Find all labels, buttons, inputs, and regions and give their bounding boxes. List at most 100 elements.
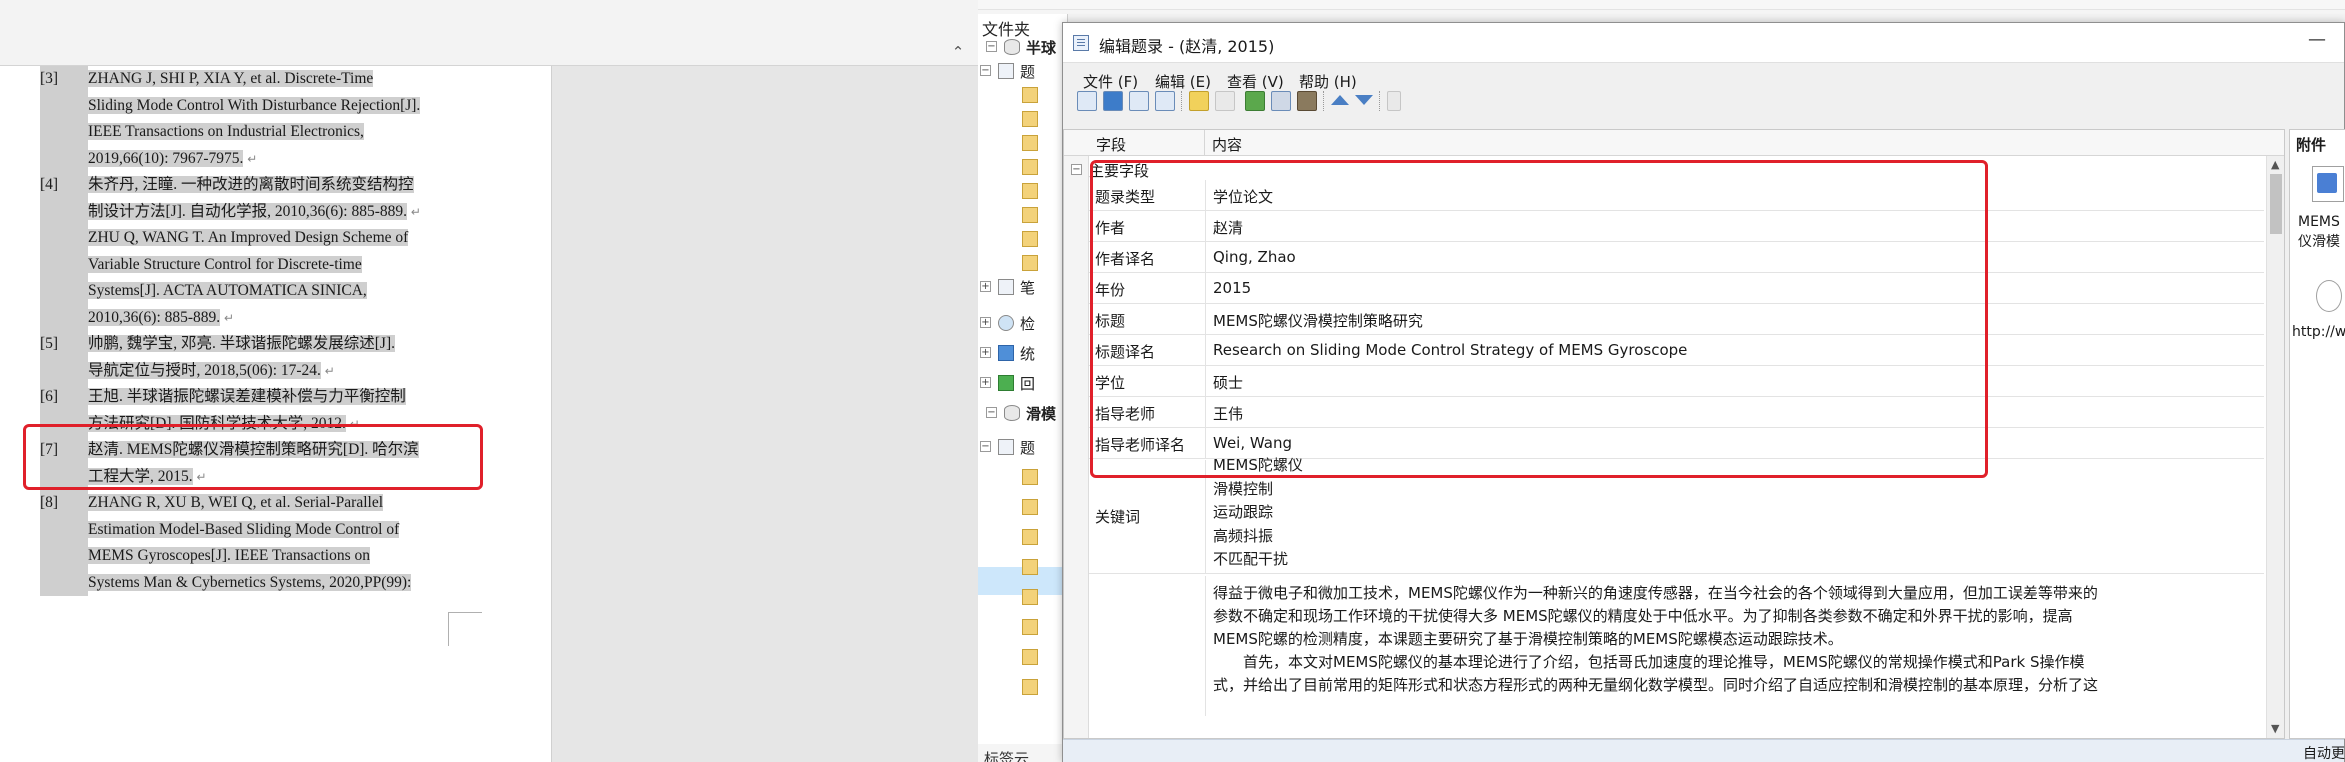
folder-icon [1022,649,1038,665]
reference-item: [3] ZHANG J, SHI P, XIA Y, et al. Discre… [40,66,452,172]
attachment-name-line: MEMS [2298,214,2340,230]
reference-line: 王旭. 半球谐振陀螺误差建模补偿与力平衡控制 [88,388,406,405]
new-record-icon[interactable] [1077,91,1097,111]
abstract-line: 参数不确定和现场工作环境的干扰使得大多 MEMS陀螺仪的精度处于中低水平。为了抑… [1213,607,2073,625]
tree-item[interactable] [978,156,1068,178]
list-icon [998,439,1014,455]
tree2-icon [998,375,1014,391]
move-down-icon[interactable] [1355,95,1373,105]
column-header-content[interactable]: 内容 [1212,134,1242,155]
reference-list: [3] ZHANG J, SHI P, XIA Y, et al. Discre… [40,66,452,596]
reference-line: Variable Structure Control for Discrete-… [88,255,362,273]
abstract-line: 得益于微电子和微加工技术，MEMS陀螺仪作为一种新兴的角速度传感器，在当今社会的… [1213,584,2098,602]
reference-line: IEEE Transactions on Industrial Electron… [88,123,364,140]
reference-line: Systems Man & Cybernetics Systems, 2020,… [88,573,412,591]
print-icon[interactable] [1155,91,1175,111]
attachment-name[interactable]: MEMS 仪滑模 [2298,212,2340,252]
save-icon[interactable] [1103,91,1123,111]
folder-icon [1022,529,1038,545]
toolbar-separator [1181,91,1182,111]
reference-line: 2010,36(6): 885-889. [88,308,221,326]
tree-item[interactable]: − 半球 [978,36,1068,58]
page-margin-corner [448,612,482,646]
tree-expander-icon[interactable]: + [980,377,991,388]
edit-record-icon [1073,35,1089,51]
reference-number: [4] [40,172,88,331]
tree-expander-icon[interactable]: + [980,317,991,328]
tree-item[interactable] [978,180,1068,202]
web-link-icon[interactable] [2316,280,2342,312]
tree-expander-icon[interactable]: − [980,441,991,452]
tree-item[interactable] [978,84,1068,106]
tree-item[interactable] [978,132,1068,154]
attachment-url[interactable]: http://w [2292,324,2345,340]
tree-item[interactable]: + 检 [978,312,1068,334]
status-text: 自动更 [2303,746,2345,762]
tag-cloud-label[interactable]: 标签云 [984,748,1029,762]
move-up-icon[interactable] [1331,95,1349,105]
grid-header: 字段 内容 [1064,130,2284,156]
tree-item[interactable] [978,646,1068,668]
folder-icon [1022,679,1038,695]
pdf-attachment-icon[interactable] [2312,166,2344,202]
column-divider[interactable] [1204,130,1205,156]
column-header-field[interactable]: 字段 [1096,134,1126,155]
menu-view[interactable]: 查看 (V) [1227,71,1284,92]
pin-icon[interactable] [1271,91,1291,111]
tree-expander-icon[interactable]: + [980,281,991,292]
abstract-text[interactable]: 得益于微电子和微加工技术，MEMS陀螺仪作为一种新兴的角速度传感器，在当今社会的… [1213,582,2183,697]
tree-item[interactable]: − 滑模 [978,402,1068,424]
menu-file[interactable]: 文件 (F) [1083,71,1138,92]
reference-line: 帅鹏, 魏学宝, 邓亮. 半球谐振陀螺发展综述[J]. [88,335,395,352]
pen-icon[interactable] [1189,91,1209,111]
folder-icon [1022,559,1038,575]
collapse-group-icon[interactable]: − [1071,164,1082,175]
image-icon[interactable] [1297,91,1317,111]
tree-item[interactable] [978,252,1068,274]
tree-item[interactable] [978,586,1068,608]
reference-number: [5] [40,331,88,384]
minimize-button[interactable]: — [2308,29,2326,50]
tree-item[interactable] [978,228,1068,250]
tree-item[interactable] [978,526,1068,548]
tree-expander-icon[interactable]: + [980,347,991,358]
attachment-name-line: 仪滑模 [2298,234,2340,250]
tree-item[interactable] [978,108,1068,130]
tree-item[interactable]: + 笔 [978,276,1068,298]
tree-item[interactable] [978,204,1068,226]
scroll-up-icon[interactable]: ▲ [2271,158,2279,171]
reference-line: MEMS Gyroscopes[J]. IEEE Transactions on [88,547,370,564]
window-titlebar[interactable]: 编辑题录 - (赵清, 2015) — [1063,23,2344,63]
grid-icon[interactable] [1245,91,1265,111]
tree-item[interactable]: + 统 [978,342,1068,364]
abstract-row[interactable]: 得益于微电子和微加工技术，MEMS陀螺仪作为一种新兴的角速度传感器，在当今社会的… [1089,576,2264,716]
tree-item-label: 题 [1020,63,1036,81]
menu-help[interactable]: 帮助 (H) [1299,71,1357,92]
tree-item[interactable] [978,616,1068,638]
tree-item[interactable] [978,556,1068,578]
tree-expander-icon[interactable]: − [986,41,997,52]
scroll-thumb[interactable] [2270,174,2282,234]
reference-line: 朱齐丹, 汪瞳. 一种改进的离散时间系统变结构控 [88,176,414,193]
copy-record-icon[interactable] [1129,91,1149,111]
reference-line: ZHU Q, WANG T. An Improved Design Scheme… [88,229,409,246]
reference-line: Estimation Model-Based Sliding Mode Cont… [88,520,400,538]
grid-scrollbar[interactable]: ▲ ▼ [2266,156,2284,738]
lock-icon[interactable] [1387,91,1401,111]
menu-edit[interactable]: 编辑 (E) [1155,71,1211,92]
tree-expander-icon[interactable]: − [986,407,997,418]
brush-icon[interactable] [1215,91,1235,111]
list-icon [998,279,1014,295]
tree-item[interactable]: − 题 [978,60,1068,82]
tree-expander-icon[interactable]: − [980,65,991,76]
tree-item[interactable] [978,676,1068,698]
document-page[interactable]: [3] ZHANG J, SHI P, XIA Y, et al. Discre… [0,66,552,762]
tree-item[interactable] [978,496,1068,518]
tree-item[interactable] [978,466,1068,488]
scroll-down-icon[interactable]: ▼ [2271,722,2279,735]
reference-item: [8] ZHANG R, XU B, WEI Q, et al. Serial-… [40,490,452,596]
tree-item[interactable]: − 题 [978,436,1068,458]
collapse-ribbon-icon[interactable]: ⌃ [950,44,966,60]
tree-item[interactable]: + 回 [978,372,1068,394]
grid-icon [998,345,1014,361]
